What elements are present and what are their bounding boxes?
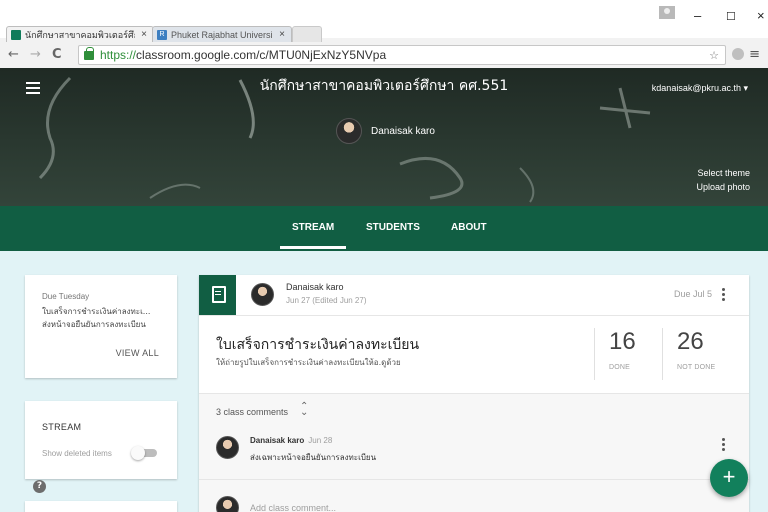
new-tab-button[interactable] (292, 26, 322, 42)
back-arrow-icon[interactable]: ← (8, 47, 19, 62)
account-menu[interactable]: kdanaisak@pkru.ac.th ▾ (652, 83, 748, 94)
expand-icon[interactable]: ⌃ ⌄ (300, 402, 308, 418)
lock-icon (84, 46, 94, 60)
forward-arrow-icon[interactable]: → (30, 47, 41, 62)
tab-stream[interactable]: STREAM (279, 222, 347, 249)
user-profile-icon[interactable] (659, 6, 675, 19)
done-count: 16 (609, 328, 636, 355)
close-tab-icon[interactable]: × (277, 29, 287, 40)
theme-links: Select theme Upload photo (696, 166, 750, 194)
commenter-avatar (216, 436, 239, 459)
reload-icon[interactable]: C (52, 47, 62, 62)
toggle-knob (131, 446, 145, 460)
teacher-info: Danaisak karo (336, 118, 435, 144)
close-window-button[interactable]: × (757, 8, 765, 23)
bookmark-star-icon[interactable]: ☆ (709, 49, 719, 62)
assignment-description: ให้ถ่ายรูปใบเสร็จการชำระเงินค่าลงทะเบียน… (216, 358, 401, 367)
due-item[interactable]: ใบเสร็จการชำระเงินค่าลงทะเ... (42, 305, 164, 318)
browser-chrome: นักศึกษาสาขาคอมพิวเตอร์ศึกษ × R Phuket R… (0, 0, 768, 68)
tab-about[interactable]: ABOUT (451, 222, 487, 233)
show-deleted-label: Show deleted items (42, 449, 112, 458)
browser-tab-pkru[interactable]: R Phuket Rajabhat Universi × (152, 26, 292, 42)
pkru-icon: R (157, 29, 167, 40)
comment-text: ส่งเฉพาะหน้าจอยืนยันการลงทะเบียน (250, 453, 377, 462)
comment-author: Danaisak karo (250, 436, 305, 445)
browser-toolbar: ← → C https://classroom.google.com/c/MTU… (0, 43, 768, 68)
stream-label: STREAM (42, 422, 82, 432)
add-comment-row (199, 479, 749, 512)
comments-section: 3 class comments ⌃ ⌄ Danaisak karo Jun 28 … (199, 393, 749, 512)
teacher-avatar (336, 118, 362, 144)
extension-icon[interactable] (732, 48, 744, 60)
browser-tab-title: นักศึกษาสาขาคอมพิวเตอร์ศึกษ (25, 29, 135, 40)
comment-header: Danaisak karo Jun 28 (250, 436, 332, 445)
close-tab-icon[interactable]: × (139, 29, 149, 40)
more-vert-icon[interactable] (722, 288, 726, 302)
not-done-stat[interactable]: 26 NOT DONE (662, 328, 742, 380)
stream-settings-card: STREAM Show deleted items (25, 401, 177, 479)
current-user-avatar (216, 496, 239, 512)
classroom-icon (11, 29, 21, 40)
help-icon[interactable]: ? (33, 480, 46, 493)
select-theme-link[interactable]: Select theme (696, 166, 750, 180)
assignment-post: Danaisak karo Jun 27 (Edited Jun 27) Due… (199, 275, 749, 512)
comment-date: Jun 28 (308, 436, 333, 445)
post-due-date: Due Jul 5 (673, 289, 712, 299)
due-item[interactable]: ส่งหน้าจอยืนยันการลงทะเบียน (42, 318, 164, 331)
browser-menu-icon[interactable]: ≡ (749, 47, 760, 62)
done-label: DONE (609, 364, 631, 371)
stream-area: Due Tuesday ใบเสร็จการชำระเงินค่าลงทะเ..… (0, 251, 768, 512)
due-label: Due Tuesday (42, 292, 90, 301)
browser-tab-title: Phuket Rajabhat Universi (171, 29, 273, 40)
address-bar[interactable]: https://classroom.google.com/c/MTU0NjExN… (78, 45, 726, 65)
teacher-name: Danaisak karo (371, 125, 435, 137)
add-comment-input[interactable] (250, 501, 630, 512)
post-header: Danaisak karo Jun 27 (Edited Jun 27) Due… (199, 275, 749, 316)
sidebar-card (25, 501, 177, 512)
assignment-body[interactable]: ใบเสร็จการชำระเงินค่าลงทะเบียน ให้ถ่ายรู… (199, 316, 749, 393)
not-done-label: NOT DONE (677, 364, 716, 371)
author-avatar (251, 283, 274, 306)
tab-students[interactable]: STUDENTS (366, 222, 420, 233)
post-author: Danaisak karo (286, 282, 344, 292)
url-text: https://classroom.google.com/c/MTU0NjExN… (100, 48, 387, 62)
assignment-icon (199, 275, 236, 315)
view-all-link[interactable]: VIEW ALL (116, 348, 159, 358)
comment-count[interactable]: 3 class comments (216, 407, 288, 417)
show-deleted-toggle[interactable] (131, 446, 158, 460)
maximize-button[interactable]: ☐ (726, 10, 736, 23)
upcoming-card: Due Tuesday ใบเสร็จการชำระเงินค่าลงทะเ..… (25, 275, 177, 378)
not-done-count: 26 (677, 328, 704, 355)
add-post-button[interactable]: + (710, 459, 748, 497)
class-nav-tabs: STREAM STUDENTS ABOUT (0, 206, 768, 251)
upload-photo-link[interactable]: Upload photo (696, 180, 750, 194)
post-date: Jun 27 (Edited Jun 27) (286, 296, 367, 305)
comment-more-icon[interactable] (722, 438, 726, 452)
class-banner: นักศึกษาสาขาคอมพิวเตอร์ศึกษา คศ.551 kdan… (0, 68, 768, 206)
tab-strip: นักศึกษาสาขาคอมพิวเตอร์ศึกษ × R Phuket R… (0, 0, 768, 42)
minimize-button[interactable]: – (694, 8, 701, 23)
assignment-title[interactable]: ใบเสร็จการชำระเงินค่าลงทะเบียน (216, 334, 419, 356)
browser-tab-classroom[interactable]: นักศึกษาสาขาคอมพิวเตอร์ศึกษ × (6, 26, 154, 42)
